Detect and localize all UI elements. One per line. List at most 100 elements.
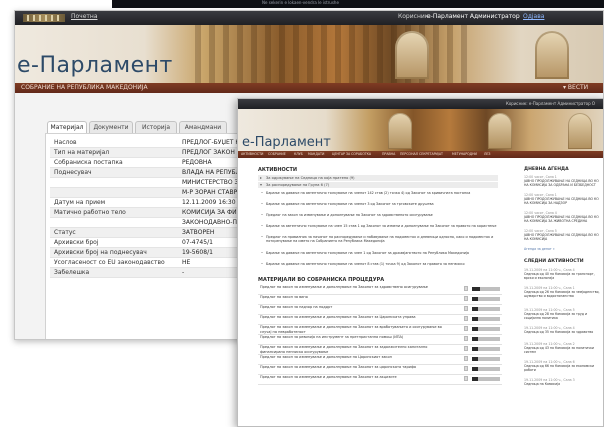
bullet-icon: • — [261, 235, 263, 239]
accordion-label: За распоредување на Група 6 (7) — [266, 183, 330, 187]
document-icon[interactable] — [464, 336, 468, 341]
site-title: е-Парламент — [242, 135, 331, 150]
progress-bar — [472, 297, 500, 301]
material-row[interactable]: Предлог на закон за изменување и дополну… — [258, 315, 502, 325]
next-activity[interactable]: 19.11.2009 на 11:00 ч., Сала 5 Седница од… — [524, 308, 600, 320]
agenda-text: ЈАВНО ПРОДОЛЖУВАЊЕ НА СЕДНИЦА ВО КО НА К… — [524, 233, 599, 241]
document-icon[interactable] — [464, 366, 468, 371]
next-activity[interactable]: 19.11.2009 на 11:00 ч., Сала 2 Седница од… — [524, 342, 600, 354]
activity-item[interactable]: • Барање за автентично толкување на член … — [261, 224, 498, 228]
background-window-strip: Ne sekerin e lokaen-vendra le istrushe — [112, 0, 604, 8]
material-row[interactable]: Предлог на закон за ревизија на инструме… — [258, 335, 502, 345]
document-icon[interactable] — [464, 346, 468, 351]
field-label: Тип на материјал — [54, 149, 110, 156]
nav-item[interactable]: ПРАВНА — [382, 151, 395, 158]
agenda-title: ДНЕВНА АГЕНДА — [524, 167, 569, 172]
next-activity[interactable]: 19.11.2009 на 11:00 ч., Сала 1 Седница од… — [524, 286, 600, 298]
dashboard-window: Корисник: е-Парламент Администратор О е-… — [237, 98, 604, 427]
activity-item[interactable]: • Предлог на правилник за начинот на расп… — [261, 235, 498, 244]
activity-item[interactable]: • Барање за давање на автентично толкувањ… — [261, 262, 498, 266]
activity-text: Барање за давање на автентично толкување… — [266, 191, 471, 195]
nav-item[interactable]: ЛЕЗ — [484, 151, 490, 158]
next-activity[interactable]: 19.11.2009 на 11:00 ч., Сала 4 Седница од… — [524, 326, 600, 334]
progress-bar — [472, 337, 500, 341]
document-icon[interactable] — [464, 356, 468, 361]
home-link[interactable]: Почетна — [71, 13, 98, 20]
parliament-logo-icon[interactable] — [23, 14, 65, 22]
activity-text: Седница од 26 на Комисија за земјоделств… — [524, 290, 600, 298]
document-icon[interactable] — [464, 316, 468, 321]
document-icon[interactable] — [464, 376, 468, 381]
agenda-item[interactable]: 12:00 часот, Сала 5 ЈАВНО ПРОДОЛЖУВАЊЕ НА… — [524, 229, 600, 241]
field-value: ВЛАДА НА РЕПУБЛ — [182, 169, 241, 176]
tab-history[interactable]: Историја — [135, 121, 177, 133]
activity-text: Седница од 28 на Комисија за труд и соци… — [524, 312, 588, 320]
document-icon[interactable] — [464, 296, 468, 301]
accordion-item[interactable]: ▾ За распоредување на Група 6 (7) — [258, 182, 498, 188]
progress-bar — [472, 307, 500, 311]
material-label: Предлог на закон за изменување и дополну… — [260, 375, 397, 379]
field-value: ПРЕДЛОГ ЗАКОН — [182, 149, 235, 156]
material-row[interactable]: Предлог на закон за изменување и дополну… — [258, 365, 502, 375]
material-label: Предлог на закон за изменување и дополну… — [260, 355, 392, 359]
material-row[interactable]: Предлог на закон за изменување и дополну… — [258, 345, 502, 355]
activity-text: Седница од 43 на Комисија за политички с… — [524, 346, 594, 354]
user-info: Корисник: е-Парламент Администратор О — [506, 101, 596, 106]
activity-item[interactable]: • Предлог на закон за изменување и дополн… — [261, 213, 498, 217]
material-row[interactable]: Предлог на закон за надзор на поддрт — [258, 305, 502, 315]
document-icon[interactable] — [464, 326, 468, 331]
top-bar: Корисник: е-Парламент Администратор О — [238, 99, 603, 109]
document-icon[interactable] — [464, 306, 468, 311]
activity-item[interactable]: • Барање за давање на автентично толкувањ… — [261, 191, 498, 195]
progress-bar — [472, 327, 500, 331]
materials-title: МАТЕРИЈАЛИ ВО СОБРАНИСКА ПРОЦЕДУРА — [258, 277, 385, 283]
accordion-label: За одржување на Седница на која пратено … — [266, 176, 355, 180]
agenda-item[interactable]: 12:00 часот, Сала 4 ЈАВНО ПРОДОЛЖУВАЊЕ НА… — [524, 211, 600, 223]
agenda-item[interactable]: 12:00 часот, Сала 1 ЈАВНО ПРОДОЛЖУВАЊЕ НА… — [524, 175, 600, 187]
field-label: Наслов — [54, 139, 77, 146]
activity-item[interactable]: • Барање за давање на автентично толкувањ… — [261, 251, 498, 255]
progress-fill — [472, 327, 478, 331]
agenda-link[interactable]: Агенда за денот » — [524, 247, 555, 251]
field-value: КОМИСИЈА ЗА ФИ — [182, 209, 237, 216]
nav-item[interactable]: МАНДАТИ — [308, 151, 324, 158]
tab-material[interactable]: Материјал — [47, 121, 87, 133]
agenda-text: ЈАВНО ПРОДОЛЖУВАЊЕ НА СЕДНИЦА ВО КО НА К… — [524, 215, 599, 223]
progress-bar — [472, 367, 500, 371]
field-label: Собраниска постапка — [54, 159, 123, 166]
progress-bar — [472, 377, 500, 381]
next-activity[interactable]: 19.11.2009 на 11:00 ч., Сала 6 Седница од… — [524, 360, 600, 372]
tab-documents[interactable]: Документи — [89, 121, 133, 133]
nav-item[interactable]: ЦЕНТАР ЗА СОРАБОТКА — [332, 151, 371, 158]
next-activity[interactable]: 19.11.2009 на 11:00 ч., Сала 4 Седница од… — [524, 268, 600, 280]
agenda-item[interactable]: 12:00 часот, Сала 1 ЈАВНО ПРОДОЛЖУВАЊЕ НА… — [524, 193, 600, 205]
site-subtitle: СОБРАНИЕ НА РЕПУБЛИКА МАКЕДОНИЈА — [21, 84, 148, 91]
field-label: Забелешка — [54, 269, 90, 276]
parliament-hall-image — [195, 25, 475, 83]
activity-text: Седница од 40 на Комисија за транспорт, … — [524, 272, 595, 280]
bullet-icon: • — [261, 191, 263, 195]
material-row[interactable]: Предлог на закон за изменување и дополну… — [258, 375, 502, 385]
nav-item[interactable]: АКТИВНОСТИ — [241, 151, 263, 158]
field-label: Архивски број — [54, 239, 99, 246]
field-label: Усогласеност со EU законодавство — [54, 259, 165, 266]
news-dropdown[interactable]: ▾ ВЕСТИ — [563, 84, 588, 91]
activity-item[interactable]: • Барање за давање на автентично толкувањ… — [261, 202, 498, 206]
field-label: Архивски број на поднесувач — [54, 249, 147, 256]
nav-item[interactable]: МЕЃУНАРОДНИ — [452, 151, 477, 158]
nav-item[interactable]: ПЕРСОНАЛ СЕКРЕТАРИЈАТ — [400, 151, 443, 158]
progress-fill — [472, 287, 481, 291]
material-row[interactable]: Предлог на закон за изменување и дополну… — [258, 325, 502, 335]
material-row[interactable]: Предлог на закон за изменување и дополну… — [258, 285, 502, 295]
nav-item[interactable]: СОБРАНИЕ — [268, 151, 286, 158]
logout-link[interactable]: Одјава — [523, 13, 544, 20]
nav-item[interactable]: КЛУБ — [294, 151, 303, 158]
document-icon[interactable] — [464, 286, 468, 291]
next-activity[interactable]: 19.11.2009 на 11:00 ч., Сала 3 Седница на… — [524, 378, 600, 386]
material-row[interactable]: Предлог на закон за изменување и дополну… — [258, 355, 502, 365]
accordion-item[interactable]: ▸ За одржување на Седница на која пратено… — [258, 175, 498, 181]
material-label: Предлог на закон за надзор на поддрт — [260, 305, 333, 309]
activity-text: Барање за давање на автентично толкување… — [266, 251, 469, 255]
tab-amendments[interactable]: Амандмани — [179, 121, 227, 133]
material-row[interactable]: Предлог на закон за вино — [258, 295, 502, 305]
